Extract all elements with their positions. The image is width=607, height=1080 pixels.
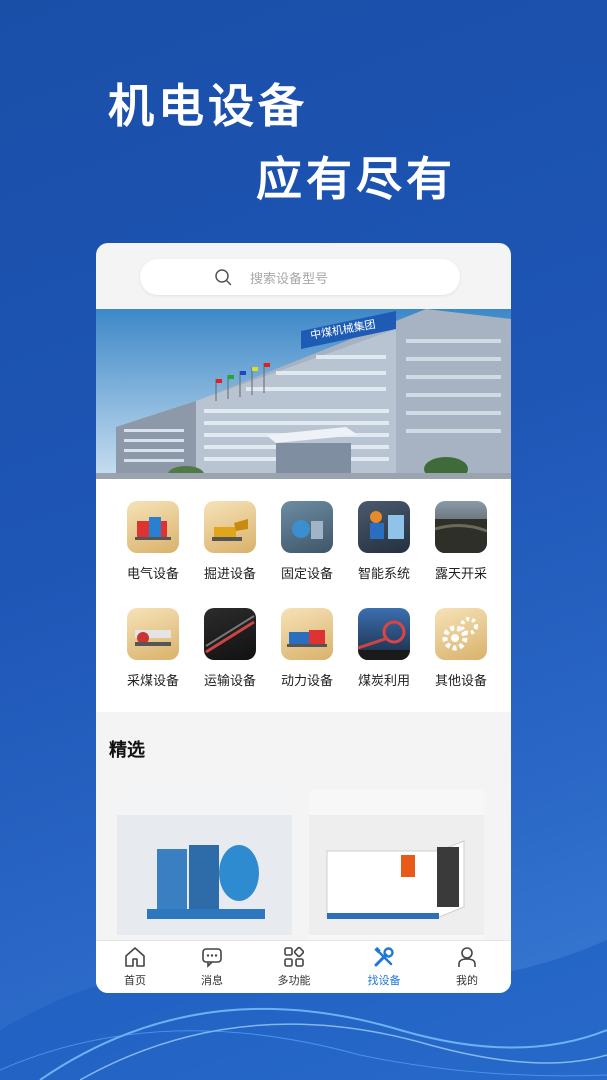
headline-line-1: 机电设备 <box>108 79 308 133</box>
phone-screen: 搜索设备型号 中煤机械集团 电气设备 掘进设备 固定设备 智能系统 露天开采 采… <box>96 243 511 993</box>
gears-icon <box>435 608 487 660</box>
category-smart-system[interactable]: 智能系统 <box>348 501 420 582</box>
banner-image[interactable]: 中煤机械集团 <box>96 309 511 479</box>
category-fixed[interactable]: 固定设备 <box>271 501 343 582</box>
open-pit-mining-icon <box>435 501 487 553</box>
category-electrical[interactable]: 电气设备 <box>117 501 189 582</box>
headline-line-2: 应有尽有 <box>256 152 456 206</box>
category-label: 动力设备 <box>280 674 333 689</box>
category-other[interactable]: 其他设备 <box>425 608 497 689</box>
category-label: 运输设备 <box>203 674 256 689</box>
product-image <box>309 789 484 949</box>
power-equipment-icon <box>281 608 333 660</box>
category-tunneling[interactable]: 掘进设备 <box>194 501 266 582</box>
category-label: 露天开采 <box>434 567 487 582</box>
category-label: 采煤设备 <box>126 674 179 689</box>
smart-system-icon <box>358 501 410 553</box>
category-label: 掘进设备 <box>203 567 256 582</box>
category-coal-mining[interactable]: 采煤设备 <box>117 608 189 689</box>
product-image <box>117 789 292 949</box>
tunneling-equipment-icon <box>204 501 256 553</box>
transport-equipment-icon <box>204 608 256 660</box>
tab-multi-function[interactable]: 多功能 <box>259 945 329 988</box>
category-power[interactable]: 动力设备 <box>271 608 343 689</box>
coal-mining-equipment-icon <box>127 608 179 660</box>
user-icon <box>458 947 476 967</box>
bottom-tab-bar: 首页 消息 多功能 找设备 我的 <box>96 940 511 993</box>
featured-product-card[interactable] <box>117 789 292 949</box>
tab-label: 多功能 <box>277 974 311 987</box>
tab-label: 消息 <box>201 974 223 987</box>
tab-label: 我的 <box>456 974 478 987</box>
category-open-pit[interactable]: 露天开采 <box>425 501 497 582</box>
tools-icon <box>374 946 394 967</box>
tab-label: 首页 <box>124 974 146 987</box>
featured-product-card[interactable] <box>309 789 484 949</box>
category-label: 智能系统 <box>357 567 410 582</box>
search-input[interactable]: 搜索设备型号 <box>250 268 328 287</box>
message-icon <box>202 948 222 968</box>
category-label: 其他设备 <box>434 674 487 689</box>
tab-profile[interactable]: 我的 <box>432 945 502 988</box>
featured-title: 精选 <box>109 740 145 761</box>
search-bar[interactable]: 搜索设备型号 <box>140 259 460 295</box>
category-panel: 电气设备 掘进设备 固定设备 智能系统 露天开采 采煤设备 运输设备 动力设备 … <box>96 479 511 712</box>
tab-find-equipment[interactable]: 找设备 <box>349 945 419 988</box>
tab-label: 找设备 <box>367 974 401 987</box>
electrical-equipment-icon <box>127 501 179 553</box>
category-label: 固定设备 <box>280 567 333 582</box>
tab-messages[interactable]: 消息 <box>177 945 247 988</box>
coal-utilization-icon <box>358 608 410 660</box>
search-icon <box>215 269 232 286</box>
category-transport[interactable]: 运输设备 <box>194 608 266 689</box>
fixed-equipment-icon <box>281 501 333 553</box>
apps-icon <box>284 946 305 967</box>
tab-home[interactable]: 首页 <box>100 945 170 988</box>
category-label: 煤炭利用 <box>357 674 410 689</box>
category-label: 电气设备 <box>126 567 179 582</box>
home-icon <box>125 947 145 967</box>
category-coal-utilization[interactable]: 煤炭利用 <box>348 608 420 689</box>
